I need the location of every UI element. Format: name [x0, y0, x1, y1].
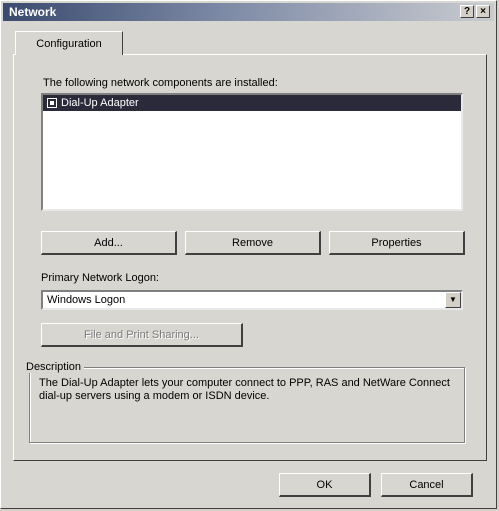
- network-dialog: Network ? × Configuration The following …: [0, 0, 497, 509]
- window-title: Network: [9, 5, 57, 19]
- properties-button[interactable]: Properties: [329, 231, 465, 255]
- cancel-button[interactable]: Cancel: [381, 473, 473, 497]
- components-heading: The following network components are ins…: [43, 77, 278, 89]
- title-bar[interactable]: Network ? ×: [3, 3, 494, 21]
- description-title: Description: [23, 361, 85, 373]
- file-print-sharing-button[interactable]: File and Print Sharing...: [41, 323, 243, 347]
- remove-button-label: Remove: [232, 236, 273, 249]
- network-adapter-icon: [47, 98, 57, 108]
- close-button[interactable]: ×: [476, 5, 490, 18]
- cancel-button-label: Cancel: [409, 478, 444, 491]
- tab-configuration[interactable]: Configuration: [15, 31, 123, 55]
- ok-button-label: OK: [316, 478, 333, 491]
- primary-logon-select[interactable]: Windows Logon ▼: [41, 290, 463, 310]
- help-button[interactable]: ?: [460, 5, 474, 18]
- components-list[interactable]: Dial-Up Adapter: [41, 93, 463, 211]
- title-buttons: ? ×: [460, 5, 490, 18]
- ok-button[interactable]: OK: [279, 473, 371, 497]
- add-button-label: Add...: [94, 236, 123, 249]
- properties-button-label: Properties: [371, 236, 422, 249]
- remove-button[interactable]: Remove: [185, 231, 321, 255]
- primary-logon-value: Windows Logon: [47, 294, 126, 306]
- description-text: The Dial-Up Adapter lets your computer c…: [39, 377, 450, 402]
- add-button[interactable]: Add...: [41, 231, 177, 255]
- logon-label: Primary Network Logon:: [41, 272, 159, 284]
- chevron-down-icon[interactable]: ▼: [445, 292, 461, 308]
- file-print-sharing-label: File and Print Sharing...: [84, 328, 199, 341]
- tab-configuration-label: Configuration: [36, 37, 102, 50]
- list-item-label: Dial-Up Adapter: [61, 97, 139, 109]
- list-item[interactable]: Dial-Up Adapter: [43, 95, 461, 111]
